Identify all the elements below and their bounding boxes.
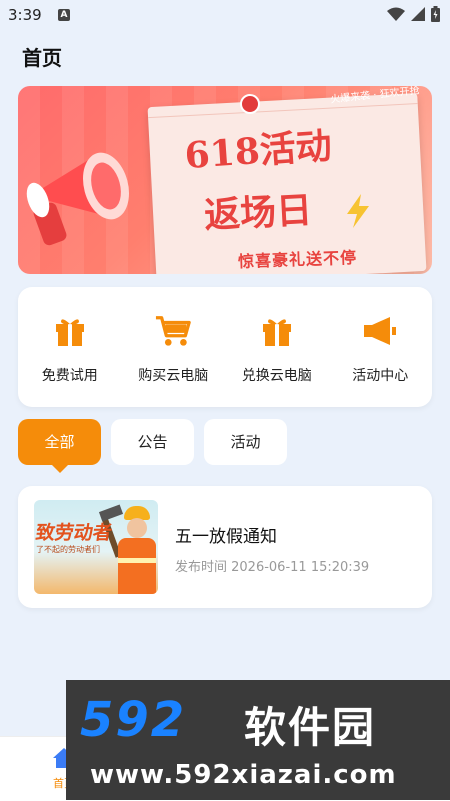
worker-head-shape xyxy=(127,518,147,538)
notice-time: 发布时间 2026-06-11 15:20:39 xyxy=(175,560,370,575)
page-title: 首页 xyxy=(22,46,62,70)
vest-stripe xyxy=(118,558,156,563)
tab-all[interactable]: 全部 xyxy=(18,419,101,473)
action-label: 购买云电脑 xyxy=(138,368,209,384)
notice-card[interactable]: 致劳动者 了不起的劳动者们 五一放假通知 发布时间 2026-06-11 15:… xyxy=(18,486,432,608)
action-activity-center[interactable]: 活动中心 xyxy=(329,287,433,407)
action-label: 兑换云电脑 xyxy=(241,368,312,384)
notice-thumbnail: 致劳动者 了不起的劳动者们 xyxy=(34,500,158,594)
tab-activities[interactable]: 活动 xyxy=(204,419,287,465)
thumb-title: 致劳动者 xyxy=(34,522,114,544)
gift-icon xyxy=(52,313,88,349)
action-buy-cloud-pc[interactable]: 购买云电脑 xyxy=(122,287,226,407)
notification-icon: A xyxy=(58,9,70,21)
signal-icon xyxy=(411,7,425,21)
promo-banner[interactable]: 618活动 返场日 惊喜豪礼送不停 火爆来袭 · 狂欢开抢 xyxy=(18,86,432,274)
action-label: 免费试用 xyxy=(41,368,98,384)
filter-tabs: 全部 公告 活动 xyxy=(18,419,287,473)
megaphone-icon xyxy=(362,313,398,349)
watermark-brand-number: 592 xyxy=(80,692,187,748)
tab-announcements[interactable]: 公告 xyxy=(111,419,194,465)
banner-headline-2: 返场日 xyxy=(203,189,314,237)
status-time: 3:39 xyxy=(8,6,42,24)
wifi-icon xyxy=(387,7,405,21)
worker-body-shape xyxy=(118,538,156,594)
action-redeem-cloud-pc[interactable]: 兑换云电脑 xyxy=(225,287,329,407)
lightning-icon xyxy=(347,194,369,228)
pin-icon xyxy=(240,94,260,114)
status-icons xyxy=(387,6,440,22)
notice-title: 五一放假通知 xyxy=(175,527,277,547)
thumb-subtitle: 了不起的劳动者们 xyxy=(36,545,100,554)
watermark-brand-name: 软件园 xyxy=(244,703,377,752)
action-free-trial[interactable]: 免费试用 xyxy=(18,287,122,407)
banner-subtitle: 惊喜豪礼送不停 xyxy=(237,247,358,272)
status-bar: 3:39 A xyxy=(0,0,450,30)
cart-icon xyxy=(155,313,192,349)
megaphone-illustration xyxy=(26,152,130,246)
watermark-overlay: 592 软件园 www.592xiazai.com xyxy=(66,680,450,800)
gift-icon xyxy=(259,313,295,349)
quick-actions: 免费试用 购买云电脑 兑换云电脑 活动中心 xyxy=(18,287,432,407)
action-label: 活动中心 xyxy=(352,368,409,384)
battery-icon xyxy=(431,6,440,22)
watermark-url: www.592xiazai.com xyxy=(90,760,397,790)
